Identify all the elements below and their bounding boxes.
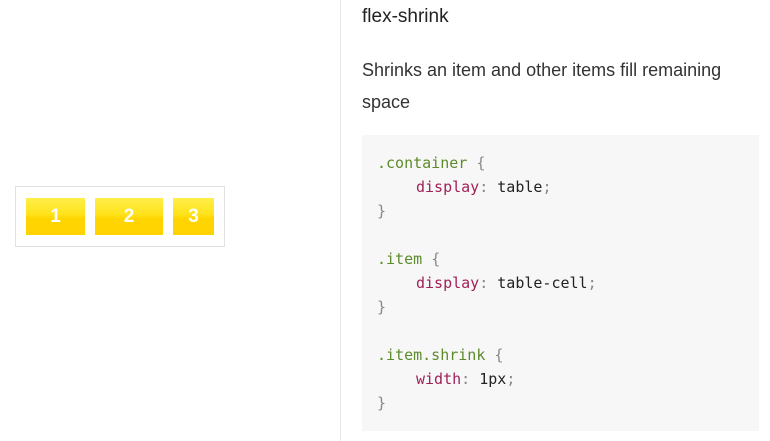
demo-item-2: 2 <box>95 198 163 235</box>
semicolon: ; <box>542 178 552 196</box>
css-property: display <box>416 178 480 196</box>
demo-item-1: 1 <box>26 198 85 235</box>
close-brace: } <box>377 202 387 220</box>
close-brace: } <box>377 394 387 412</box>
css-value: table-cell <box>497 274 588 292</box>
code-line: .item { <box>377 247 440 271</box>
css-property: display <box>416 274 480 292</box>
open-brace: { <box>431 250 441 268</box>
open-brace: { <box>476 154 486 172</box>
colon: : <box>479 274 489 292</box>
section-title: flex-shrink <box>362 6 449 27</box>
open-brace: { <box>494 346 504 364</box>
demo-pane: 1 2 3 <box>0 0 340 441</box>
semicolon: ; <box>506 370 516 388</box>
code-line: display: table-cell; <box>377 271 597 295</box>
code-line: } <box>377 199 386 223</box>
css-property: width <box>416 370 462 388</box>
code-line: } <box>377 391 386 415</box>
css-value: table <box>497 178 543 196</box>
colon: : <box>461 370 471 388</box>
css-selector: .container <box>377 154 468 172</box>
close-brace: } <box>377 298 387 316</box>
code-block: .container { display: table; } .item { d… <box>362 135 759 431</box>
css-value: 1px <box>479 370 507 388</box>
code-line: width: 1px; <box>377 367 515 391</box>
code-line: } <box>377 295 386 319</box>
section-description: Shrinks an item and other items fill rem… <box>362 60 722 112</box>
colon: : <box>479 178 489 196</box>
docs-pane: flex-shrink Shrinks an item and other it… <box>340 0 770 441</box>
code-line: .container { <box>377 151 485 175</box>
semicolon: ; <box>587 274 597 292</box>
code-line: display: table; <box>377 175 551 199</box>
code-line: .item.shrink { <box>377 343 503 367</box>
css-selector: .item.shrink <box>377 346 486 364</box>
demo-item-3-shrink: 3 <box>173 198 214 235</box>
flex-demo-container: 1 2 3 <box>15 186 225 247</box>
css-selector: .item <box>377 250 423 268</box>
